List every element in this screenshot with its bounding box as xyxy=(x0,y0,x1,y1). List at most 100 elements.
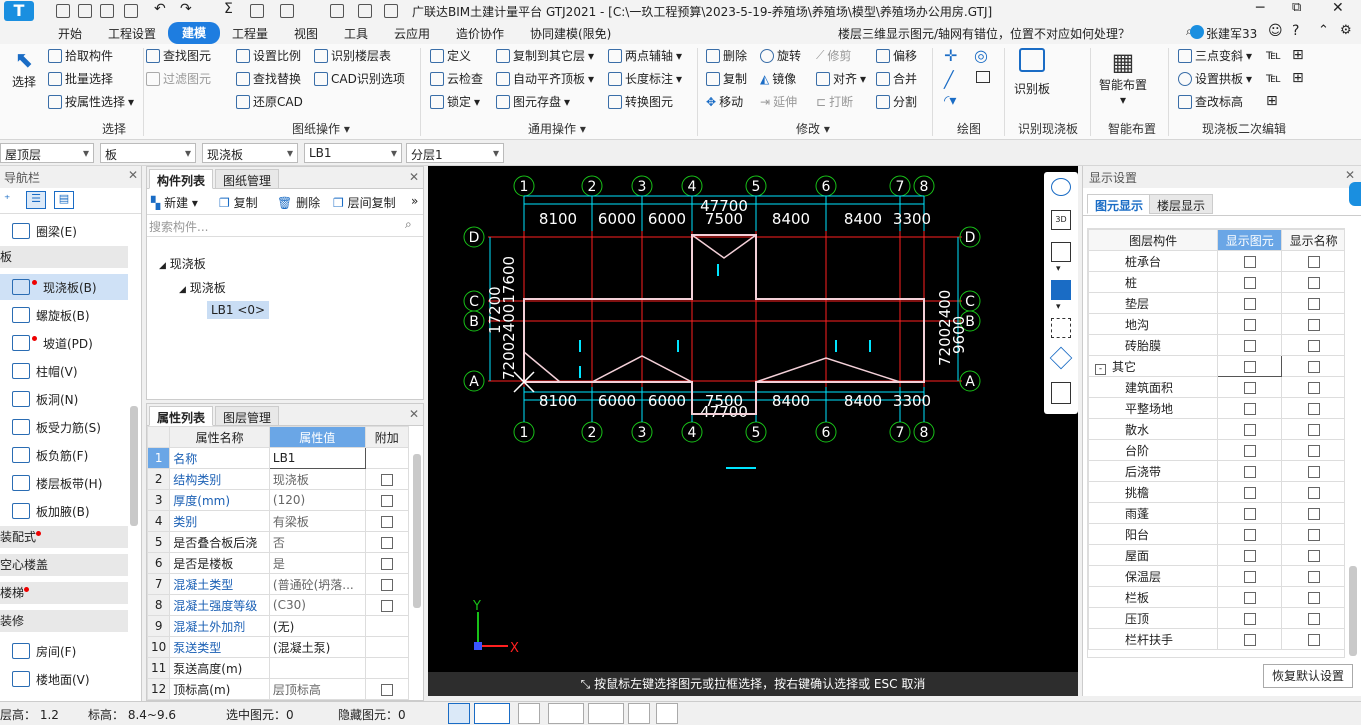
nav-close-icon[interactable]: ✕ xyxy=(128,168,138,182)
more-icon[interactable]: » xyxy=(411,194,418,208)
show-element-checkbox[interactable] xyxy=(1243,549,1256,562)
show-name-cell[interactable] xyxy=(1281,439,1344,461)
tab-component-list[interactable]: 构件列表 xyxy=(149,169,214,189)
prop-attach[interactable] xyxy=(364,636,410,658)
show-name-cell[interactable] xyxy=(1281,481,1344,503)
cross-toggle[interactable] xyxy=(518,703,540,724)
attach-checkbox[interactable] xyxy=(380,599,393,612)
chat-icon[interactable]: ☺ xyxy=(1268,23,1283,39)
set-arch-button[interactable]: 设置拱板 ▾ xyxy=(1178,70,1252,87)
print-icon[interactable] xyxy=(384,4,398,18)
show-element-checkbox[interactable] xyxy=(1243,318,1256,331)
help-icon[interactable]: ? xyxy=(1292,23,1299,39)
3d-view-icon[interactable]: 3D xyxy=(1051,210,1071,230)
draw-arc-icon[interactable]: ◜▾ xyxy=(944,93,956,109)
property-row[interactable]: 3 厚度(mm) (120) xyxy=(146,489,410,511)
layer-row[interactable]: 垫层 xyxy=(1088,292,1344,314)
show-element-checkbox[interactable] xyxy=(1243,612,1256,625)
show-name-checkbox[interactable] xyxy=(1307,297,1320,310)
layer-row[interactable]: 屋面 xyxy=(1088,544,1344,566)
property-row[interactable]: 1 名称 LB1 xyxy=(146,447,410,469)
disp-scrollbar[interactable] xyxy=(1349,566,1357,656)
show-element-checkbox[interactable] xyxy=(1243,255,1256,268)
property-row[interactable]: 4 类别 有梁板 xyxy=(146,510,410,532)
nav-category[interactable]: 板 xyxy=(0,246,128,268)
settings-gear-icon[interactable]: ⚙ xyxy=(1340,23,1352,38)
show-element-checkbox[interactable] xyxy=(1243,528,1256,541)
show-element-checkbox[interactable] xyxy=(1243,570,1256,583)
align-button[interactable]: 对齐 ▾ xyxy=(816,70,866,87)
tree-node-root[interactable]: ◢ 现浇板 xyxy=(159,255,206,272)
show-element-checkbox[interactable] xyxy=(1243,402,1256,415)
attach-checkbox[interactable] xyxy=(380,536,393,549)
show-name-cell[interactable] xyxy=(1281,334,1344,356)
undo-icon[interactable]: ↶ xyxy=(154,1,166,17)
menu-collab-modeling[interactable]: 协同建模(限免) xyxy=(530,25,611,42)
detail-view-icon[interactable]: ▤ xyxy=(54,191,74,209)
nav-item[interactable]: 柱帽(V) xyxy=(0,358,128,384)
show-element-cell[interactable] xyxy=(1217,250,1283,272)
nav-item[interactable]: 板加腋(B) xyxy=(0,498,128,524)
show-name-checkbox[interactable] xyxy=(1307,255,1320,268)
pick-component-button[interactable]: 拾取构件 xyxy=(48,47,113,64)
define-button[interactable]: 定义 xyxy=(430,47,471,64)
show-name-cell[interactable] xyxy=(1281,397,1344,419)
comp-search-input[interactable]: 搜索构件... xyxy=(149,218,399,235)
show-element-checkbox[interactable] xyxy=(1243,486,1256,499)
nav-category[interactable]: 楼梯 xyxy=(0,582,128,604)
layer-row[interactable]: 栏杆扶手 xyxy=(1088,628,1344,650)
prop-attach[interactable] xyxy=(364,615,410,637)
prop-value[interactable]: (C30) xyxy=(268,594,366,616)
show-name-checkbox[interactable] xyxy=(1307,402,1320,415)
layer-row[interactable]: 散水 xyxy=(1088,418,1344,440)
nav-item[interactable]: 房间(F) xyxy=(0,638,128,664)
redo-icon[interactable]: ↷ xyxy=(180,1,192,17)
type-select[interactable]: 现浇板 xyxy=(202,143,298,163)
user-name[interactable]: 张建军33 xyxy=(1206,25,1257,42)
attach-checkbox[interactable] xyxy=(380,473,393,486)
show-name-checkbox[interactable] xyxy=(1307,276,1320,289)
tab-layer-mgmt[interactable]: 图层管理 xyxy=(215,406,280,426)
report-icon[interactable] xyxy=(280,4,294,18)
cube-filled-icon[interactable] xyxy=(1051,280,1071,300)
move-button[interactable]: ✥ 移动 xyxy=(706,93,743,110)
show-element-cell[interactable] xyxy=(1217,628,1283,650)
attach-checkbox[interactable] xyxy=(380,494,393,507)
nav-item[interactable]: 板洞(N) xyxy=(0,386,128,412)
copy-to-floor-button[interactable]: 复制到其它层 ▾ xyxy=(496,47,594,64)
smart-layout-button[interactable]: ▦ 智能布置 ▾ xyxy=(1098,48,1148,107)
layer-row[interactable]: 挑檐 xyxy=(1088,481,1344,503)
two-point-axis-button[interactable]: 两点辅轴 ▾ xyxy=(608,47,682,64)
show-element-cell[interactable] xyxy=(1217,607,1283,629)
show-name-checkbox[interactable] xyxy=(1307,381,1320,394)
show-name-checkbox[interactable] xyxy=(1307,528,1320,541)
fullscreen-icon[interactable] xyxy=(1051,318,1071,338)
new-file-icon[interactable] xyxy=(56,4,70,18)
restore-button[interactable]: ⧉ xyxy=(1292,0,1301,15)
show-name-checkbox[interactable] xyxy=(1307,570,1320,583)
nav-category[interactable]: 空心楼盖 xyxy=(0,554,128,576)
nav-item[interactable]: 楼地面(V) xyxy=(0,666,128,692)
disp-close-icon[interactable]: ✕ xyxy=(1345,168,1355,182)
auto-align-button[interactable]: 自动平齐顶板 ▾ xyxy=(496,70,594,87)
show-name-cell[interactable] xyxy=(1281,523,1344,545)
prop-attach[interactable] xyxy=(364,531,410,553)
layer-row[interactable]: 桩承台 xyxy=(1088,250,1344,272)
property-row[interactable]: 11 泵送高度(m) xyxy=(146,657,410,679)
offset-toggle[interactable] xyxy=(588,703,624,724)
cube-dropdown-icon[interactable]: ▾ xyxy=(1056,264,1061,274)
prop-value[interactable]: (无) xyxy=(268,615,366,637)
cad-options-button[interactable]: CAD识别选项 xyxy=(314,70,405,87)
trim-button[interactable]: ⟋ 修剪 xyxy=(816,47,851,64)
show-name-cell[interactable] xyxy=(1281,271,1344,293)
prop-value[interactable]: (120) xyxy=(268,489,366,511)
show-element-checkbox[interactable] xyxy=(1243,297,1256,310)
nav-pin-icon[interactable]: ⁺ xyxy=(4,192,10,206)
tool-e-icon[interactable]: ⊞ xyxy=(1292,70,1304,86)
nav-scrollbar[interactable] xyxy=(130,406,138,526)
show-element-cell[interactable] xyxy=(1217,565,1283,587)
prop-attach[interactable] xyxy=(364,594,410,616)
prop-attach[interactable] xyxy=(364,657,410,679)
layer-row[interactable]: 桩 xyxy=(1088,271,1344,293)
tool-d-icon[interactable]: ⊞ xyxy=(1292,47,1304,63)
